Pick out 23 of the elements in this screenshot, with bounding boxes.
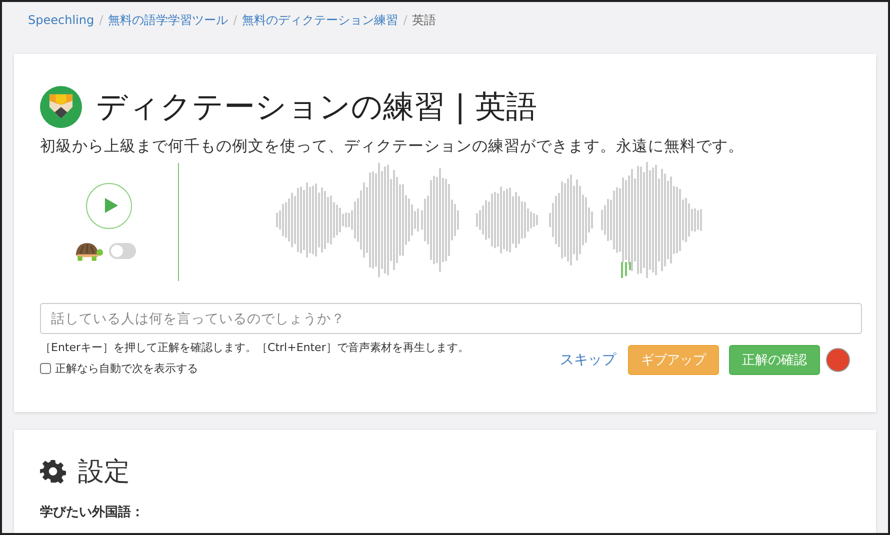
play-button[interactable] [86, 182, 132, 228]
skip-link[interactable]: スキップ [560, 351, 616, 369]
slow-mode-toggle[interactable] [108, 243, 136, 259]
settings-icon [40, 458, 66, 484]
page-subtitle: 初級から上級まで何千もの例文を使って、ディクテーションの練習ができます。永遠に無料です。 [40, 136, 745, 157]
breadcrumb-separator: / [403, 13, 408, 27]
breadcrumb-current: 英語 [412, 12, 436, 28]
breadcrumb-separator: / [99, 13, 104, 27]
breadcrumb-link[interactable]: 無料のディクテーション練習 [242, 12, 398, 28]
breadcrumb-link[interactable]: 無料の語学学習ツール [108, 12, 228, 28]
page-title: ディクテーションの練習 | 英語 [96, 88, 538, 127]
pencil-logo-icon [40, 86, 82, 128]
auto-next-label: 正解なら自動で次を表示する [55, 361, 198, 376]
auto-next-checkbox[interactable] [40, 363, 51, 374]
breadcrumb-link[interactable]: Speechling [28, 13, 94, 27]
play-icon [104, 197, 118, 214]
answer-input[interactable]: 話している人は何を言っているのでしょうか？ [40, 303, 862, 334]
keyboard-hint: ［Enterキー］を押して正解を確認します。［Ctrl+Enter］で音声素材を再生します。 [40, 340, 469, 355]
language-label: 学びたい外国語： [40, 504, 145, 521]
breadcrumb-separator: / [233, 13, 238, 27]
check-answer-button[interactable]: 正解の確認 [729, 345, 820, 375]
record-button[interactable] [826, 348, 850, 372]
settings-title: 設定 [78, 456, 130, 489]
